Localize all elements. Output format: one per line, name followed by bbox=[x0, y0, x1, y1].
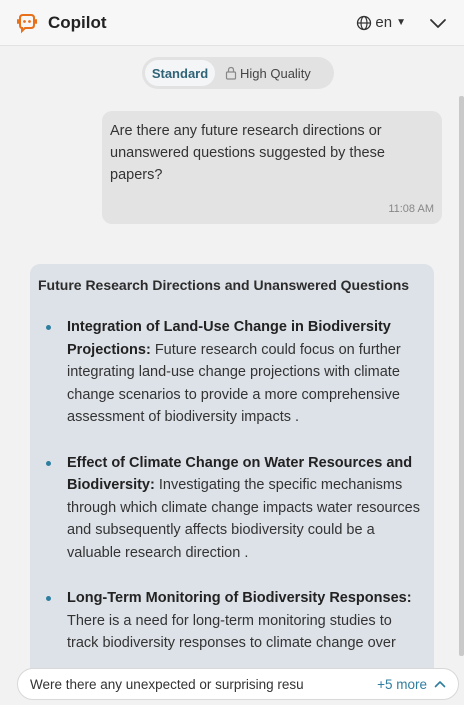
assistant-message: Future Research Directions and Unanswere… bbox=[30, 264, 434, 694]
language-selector[interactable]: en ▼ bbox=[356, 14, 406, 31]
mode-high-quality-button[interactable]: High Quality bbox=[215, 60, 311, 86]
suggestion-text: Were there any unexpected or surprising … bbox=[30, 676, 304, 692]
user-message-time: 11:08 AM bbox=[388, 203, 434, 215]
more-suggestions-button[interactable]: +5 more bbox=[377, 677, 446, 692]
scrollbar[interactable] bbox=[459, 96, 464, 656]
mode-toggle: Standard High Quality bbox=[142, 57, 334, 89]
suggestion-chip[interactable]: Were there any unexpected or surprising … bbox=[17, 668, 459, 700]
list-item: Effect of Climate Change on Water Resour… bbox=[38, 452, 422, 565]
header-bar: Copilot en ▼ bbox=[0, 0, 464, 46]
mode-high-quality-label: High Quality bbox=[240, 65, 311, 81]
more-suggestions-label: +5 more bbox=[377, 676, 427, 692]
collapse-button[interactable] bbox=[428, 13, 448, 33]
bullet-icon bbox=[46, 460, 51, 466]
mode-standard-button[interactable]: Standard bbox=[145, 60, 215, 86]
copilot-logo-icon bbox=[17, 13, 37, 33]
app-title: Copilot bbox=[48, 12, 107, 32]
list-item-body: There is a need for long-term monitoring… bbox=[67, 612, 396, 652]
chevron-down-icon bbox=[430, 18, 446, 28]
lock-icon bbox=[225, 66, 237, 80]
language-label: en bbox=[375, 14, 393, 31]
assistant-message-title: Future Research Directions and Unanswere… bbox=[38, 277, 410, 293]
bullet-icon bbox=[46, 596, 51, 601]
list-item: Long-Term Monitoring of Biodiversity Res… bbox=[38, 587, 422, 655]
header-actions: en ▼ bbox=[356, 13, 448, 33]
globe-icon bbox=[357, 15, 372, 30]
list-item-heading: Long-Term Monitoring of Biodiversity Res… bbox=[67, 590, 412, 606]
user-message-text: Are there any future research directions… bbox=[110, 123, 385, 183]
chevron-up-icon bbox=[434, 681, 446, 688]
user-message: Are there any future research directions… bbox=[102, 111, 442, 224]
list-item: Integration of Land-Use Change in Biodiv… bbox=[38, 316, 422, 429]
bullet-icon bbox=[46, 325, 51, 330]
caret-down-icon: ▼ bbox=[396, 17, 406, 28]
